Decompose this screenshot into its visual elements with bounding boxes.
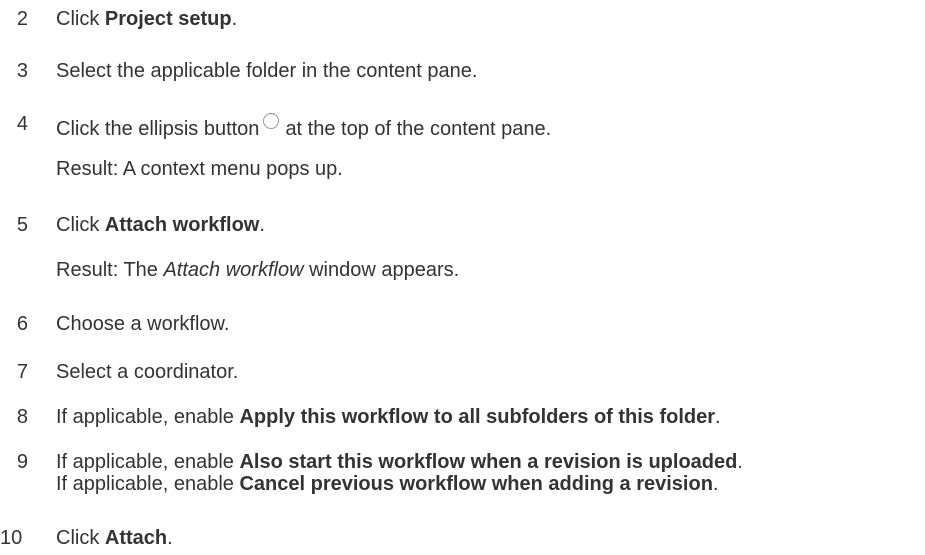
step-text-post: . — [167, 527, 173, 549]
step-text-pre: If applicable, enable — [56, 451, 240, 473]
step-text: If applicable, enable Also start this wo… — [56, 451, 743, 495]
ui-label: Apply this workflow to all subfolders of… — [239, 406, 716, 428]
step-text-pre: Click — [56, 527, 105, 549]
step-text-pre: If applicable, enable — [56, 473, 240, 495]
step-text: Click Attach. — [56, 527, 173, 550]
step-number: 7 — [16, 361, 28, 383]
step-text-line: If applicable, enable Also start this wo… — [56, 451, 743, 473]
step-number: 10 — [0, 527, 23, 549]
step-text-pre: Click — [56, 8, 105, 30]
step-number: 5 — [16, 214, 28, 236]
step-text: Choose a workflow. — [56, 313, 230, 335]
step-text: Select the applicable folder in the cont… — [56, 60, 478, 82]
result-text-post: window appears. — [303, 259, 460, 281]
result-text: Result: The Attach workflow window appea… — [56, 259, 459, 282]
step-text: Select a coordinator. — [56, 361, 239, 383]
step-text: Click Project setup. — [56, 8, 237, 31]
ellipsis-circle-icon — [263, 108, 280, 129]
step-text-pre: If applicable, enable — [56, 406, 240, 428]
step-text-post: . — [715, 406, 721, 428]
window-name: Attach workflow — [163, 259, 304, 281]
step-number: 2 — [16, 8, 28, 30]
step-text-post: at the top of the content pane. — [285, 118, 552, 140]
result-text: Result: A context menu pops up. — [56, 158, 343, 180]
step-number: 4 — [16, 113, 28, 135]
step-number: 9 — [16, 451, 28, 473]
ui-label: Attach workflow — [104, 214, 260, 236]
ui-label: Cancel previous workflow when adding a r… — [239, 473, 713, 495]
step-text: If applicable, enable Apply this workflo… — [56, 406, 721, 429]
step-text-pre: Click — [56, 214, 105, 236]
ui-label: Attach — [104, 527, 168, 549]
step-text-post: . — [712, 473, 719, 495]
step-number: 6 — [16, 313, 28, 335]
step-text-pre: Click the ellipsis button — [56, 118, 260, 140]
step-text-post: . — [737, 451, 743, 473]
step-text-post: . — [231, 8, 238, 30]
step-text: Click Attach workflow. — [56, 214, 265, 237]
ui-label: Also start this workflow when a revision… — [239, 451, 738, 473]
result-text-pre: Result: The — [56, 259, 164, 281]
step-number: 8 — [16, 406, 28, 428]
step-text-line: If applicable, enable Cancel previous wo… — [56, 473, 743, 495]
step-number: 3 — [16, 60, 28, 82]
ui-label: Project setup — [104, 8, 232, 30]
step-text-post: . — [259, 214, 265, 236]
step-text: Click the ellipsis button at the top of t… — [56, 108, 552, 141]
